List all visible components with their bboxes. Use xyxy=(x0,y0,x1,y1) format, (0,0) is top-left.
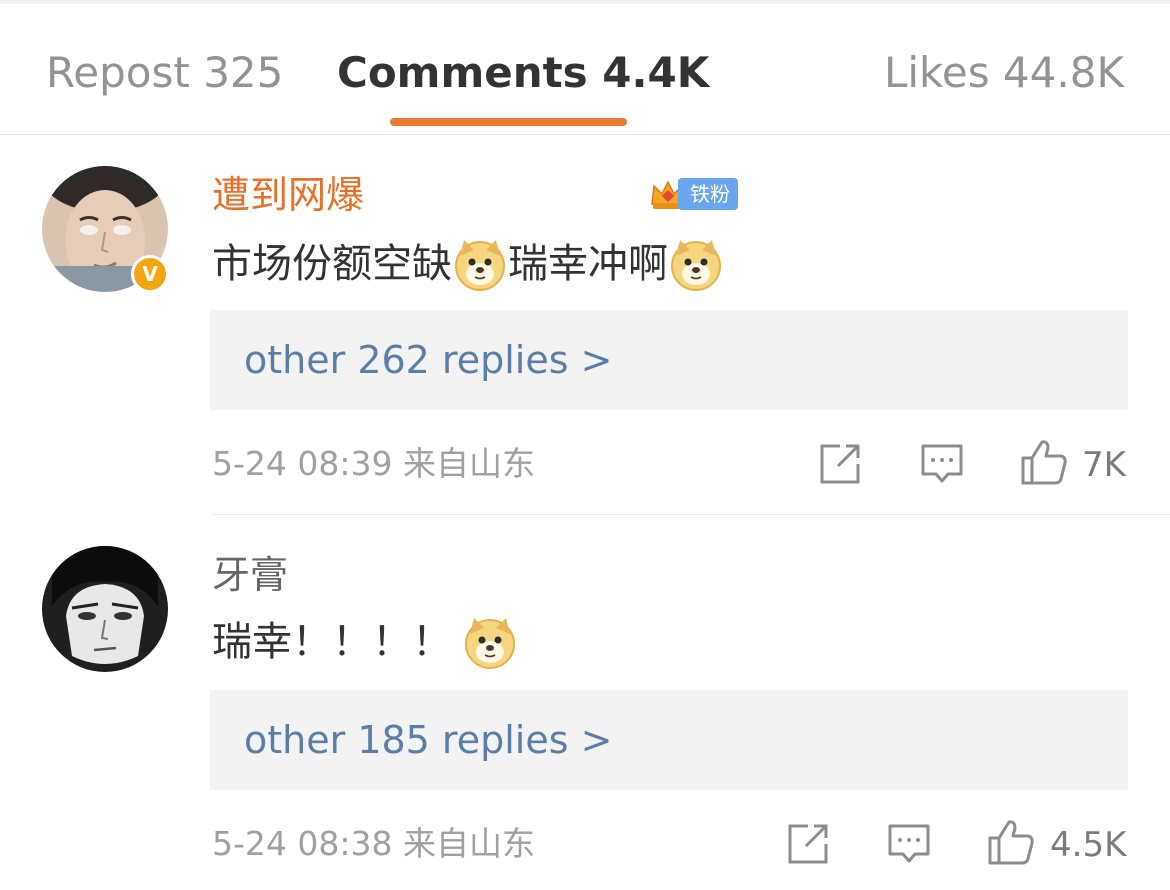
comment-icon[interactable] xyxy=(920,442,964,486)
comment-divider xyxy=(210,514,1170,515)
like-count: 4.5K xyxy=(1050,825,1127,865)
share-icon[interactable] xyxy=(786,822,830,866)
replies-link[interactable]: other 185 replies > xyxy=(210,690,1128,790)
like-icon[interactable] xyxy=(1020,438,1068,486)
active-tab-indicator xyxy=(390,118,627,126)
verified-badge: V xyxy=(131,255,169,293)
doge-emoji-icon xyxy=(671,240,721,291)
comment-meta: 5-24 08:39 来自山东 xyxy=(212,444,535,483)
replies-link[interactable]: other 262 replies > xyxy=(210,310,1128,410)
fan-badge-label: 铁粉 xyxy=(678,178,738,210)
tab-comments[interactable]: Comments 4.4K xyxy=(337,48,709,98)
replies-link-label: other 262 replies > xyxy=(244,338,613,382)
tab-repost[interactable]: Repost 325 xyxy=(46,48,283,98)
comment-text-part: 市场份额空缺 xyxy=(212,241,452,287)
comment-icon[interactable] xyxy=(887,822,931,866)
like-count: 7K xyxy=(1082,445,1126,485)
doge-emoji-icon xyxy=(455,240,505,291)
comment-text: 市场份额空缺 瑞幸冲啊 xyxy=(212,236,724,292)
tab-likes[interactable]: Likes 44.8K xyxy=(884,48,1124,98)
username[interactable]: 遭到网爆 xyxy=(212,172,364,218)
like-icon[interactable] xyxy=(987,818,1035,866)
comment-meta: 5-24 08:38 来自山东 xyxy=(212,824,535,863)
comment-text: 瑞幸！！！！ xyxy=(212,614,518,670)
avatar[interactable] xyxy=(42,546,168,672)
replies-link-label: other 185 replies > xyxy=(244,718,613,762)
tab-bar: Repost 325 Comments 4.4K Likes 44.8K xyxy=(0,4,1170,135)
comment-text-part: 瑞幸！！！！ xyxy=(212,619,452,665)
username[interactable]: 牙膏 xyxy=(212,552,288,598)
doge-emoji-icon xyxy=(465,618,515,669)
comment-text-part: 瑞幸冲啊 xyxy=(508,241,668,287)
share-icon[interactable] xyxy=(818,442,862,486)
